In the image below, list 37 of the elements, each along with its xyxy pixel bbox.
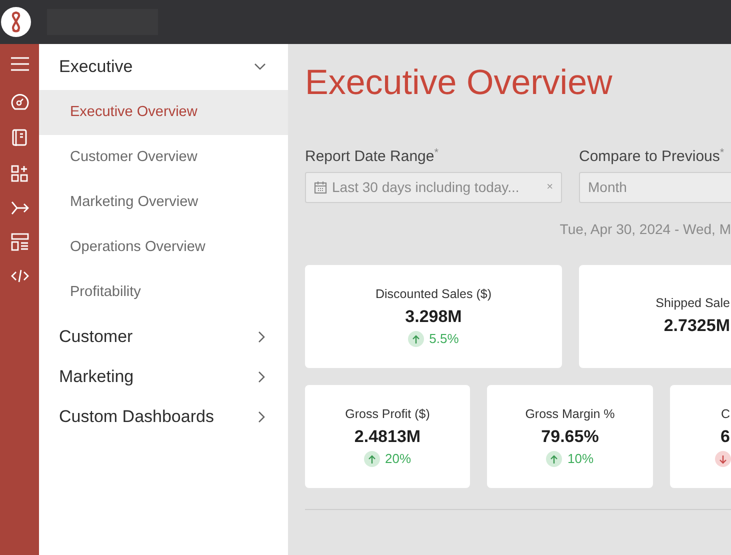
nav-group[interactable]: Customer [39, 317, 288, 357]
kpi-label: Gross Profit ($) [345, 406, 430, 424]
nav-item[interactable]: Marketing Overview [39, 180, 288, 225]
page-title: Executive Overview [305, 62, 614, 104]
nav-item[interactable]: Operations Overview [39, 225, 288, 270]
gauge-icon[interactable] [10, 93, 28, 111]
code-icon[interactable] [10, 269, 28, 283]
layout-icon[interactable] [10, 233, 28, 251]
kpi-value: 2.7325M [664, 315, 730, 338]
kpi-value: 2.4813M [354, 426, 421, 448]
logo-icon[interactable] [1, 7, 31, 37]
merge-arrow-icon[interactable] [10, 201, 28, 215]
kpi-change: 5.5% [429, 330, 459, 348]
kpi-label: C [720, 406, 730, 424]
field-label: Report Date Range$^{*}$ [305, 146, 440, 164]
kpi-change: 20% [384, 450, 412, 468]
date-range-text: Tue, Apr 30, 2024 - Wed, M [558, 220, 731, 239]
nav-item[interactable]: Profitability [39, 270, 288, 315]
kpi-label: Discounted Sales ($) [375, 286, 492, 304]
kpi-label: Gross Margin % [525, 406, 615, 424]
add-widget-icon[interactable] [10, 165, 28, 183]
kpi-label: Shipped Sale [656, 295, 730, 312]
date-range-field[interactable]: Last 30 days including today... × [305, 172, 562, 203]
nav-group[interactable]: Custom Dashboards [39, 397, 288, 437]
nav-group[interactable]: Executive [39, 44, 288, 90]
nav-item[interactable]: Customer Overview [39, 135, 288, 180]
calendar-icon [314, 181, 327, 194]
field-label: Compare to Previous$^{*}$ [579, 146, 726, 164]
kpi-value: 3.298M [405, 306, 462, 328]
select-field[interactable]: Month [579, 172, 731, 203]
kpi-change: 10% [567, 450, 594, 468]
kpi-value: 79.65% [541, 426, 599, 448]
nav-item[interactable]: Executive Overview [39, 90, 288, 135]
kpi-value: 6 [720, 426, 730, 448]
menu-icon[interactable] [10, 57, 28, 71]
nav-group[interactable]: Marketing [39, 357, 288, 397]
notebook-icon[interactable] [12, 129, 28, 147]
